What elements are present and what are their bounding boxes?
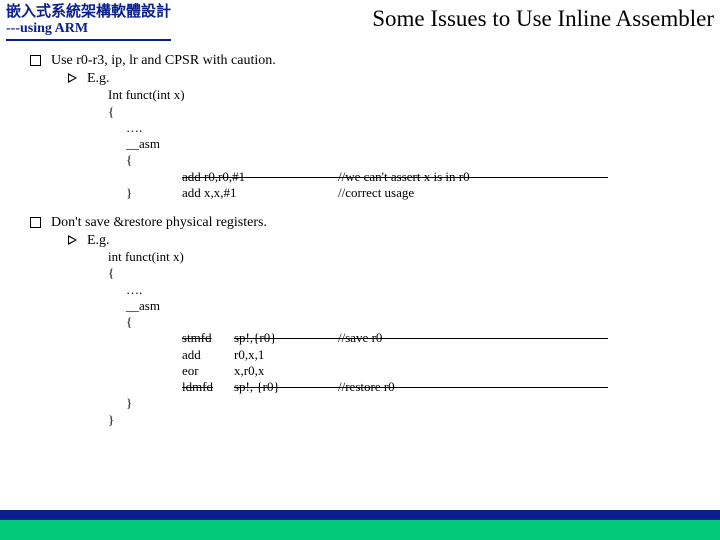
code-bad-instr: add r0,r0,#1 [182,169,338,185]
code-line: __asm [126,298,160,314]
code-line: } [108,412,720,428]
code-args: x,r0,x [234,363,338,379]
code-good-comment: //correct usage [338,185,414,201]
code-block-2: int funct(int x) { …. __asm { stmfd sp!,… [108,249,720,428]
code-good-instr: add x,x,#1 [182,185,338,201]
code-line: { [108,104,720,120]
code-instr: ldmfd [182,379,234,395]
code-line: Int funct(int x) [108,87,720,103]
bullet-1-text: Use r0-r3, ip, lr and CPSR with caution. [51,53,276,69]
header: 嵌入式系統架構軟體設計 ---using ARM Some Issues to … [0,0,720,41]
code-line: { [126,152,132,168]
slide: 嵌入式系統架構軟體設計 ---using ARM Some Issues to … [0,0,720,540]
bullet-2: Don't save &restore physical registers. [30,215,720,231]
code-line: …. [126,120,142,136]
header-left: 嵌入式系統架構軟體設計 ---using ARM [6,4,171,41]
bullet-2-text: Don't save &restore physical registers. [51,215,267,231]
code-line: __asm [126,136,160,152]
code-line: { [126,314,132,330]
triangle-bullet-icon [68,73,77,83]
slide-title: Some Issues to Use Inline Assembler [372,4,714,32]
code-block-1: Int funct(int x) { …. __asm { add r0,r0,… [108,87,720,201]
bullet-1-eg: E.g. [87,71,110,87]
code-instr: add [182,347,234,363]
bullet-1: Use r0-r3, ip, lr and CPSR with caution. [30,53,720,69]
code-line: …. [126,282,142,298]
bullet-2-sub: E.g. [68,233,720,249]
triangle-bullet-icon [68,235,77,245]
square-bullet-icon [30,55,41,66]
code-line: } [126,395,132,411]
code-instr: eor [182,363,234,379]
code-args: r0,x,1 [234,347,338,363]
square-bullet-icon [30,217,41,228]
course-title-cn: 嵌入式系統架構軟體設計 [6,4,171,21]
code-args: sp!, {r0} [234,379,338,395]
code-line: { [108,265,720,281]
bullet-1-sub: E.g. [68,71,720,87]
footer-bar [0,510,720,540]
bullet-2-eg: E.g. [87,233,110,249]
course-title-en: ---using ARM [6,21,171,37]
code-line: int funct(int x) [108,249,720,265]
code-line: } [126,185,164,201]
code-args: sp!,{r0} [234,330,338,346]
content: Use r0-r3, ip, lr and CPSR with caution.… [0,41,720,428]
code-instr: stmfd [182,330,234,346]
